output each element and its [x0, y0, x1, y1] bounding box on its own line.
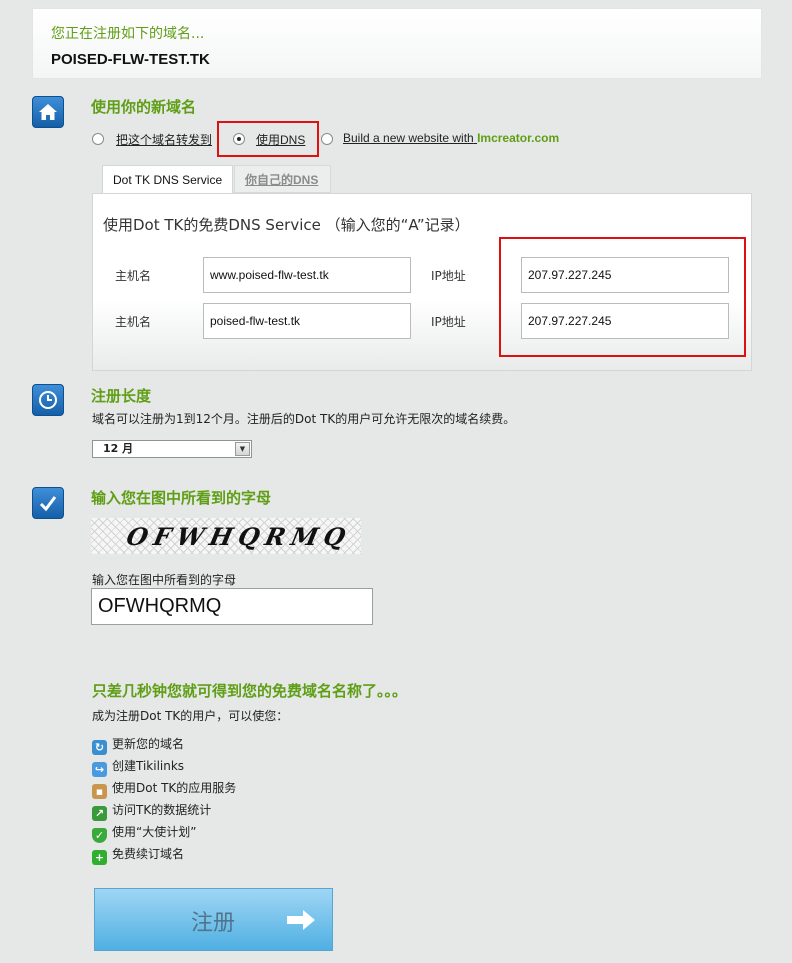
- arrow-right-icon: [287, 910, 315, 930]
- website-builder-radio[interactable]: [321, 133, 333, 145]
- ip-label-2: IP地址: [431, 315, 466, 329]
- dns-panel-title: 使用Dot TK的免费DNS Service （输入您的“A”记录）: [103, 216, 470, 234]
- registration-length-select[interactable]: 12 月 ▼: [92, 440, 252, 458]
- promo-title: 只差几秒钟您就可得到您的免费域名名称了。。。: [92, 682, 408, 700]
- host-field-1[interactable]: www.poised-flw-test.tk: [203, 257, 411, 293]
- domain-name: POISED-FLW-TEST.TK: [51, 51, 210, 68]
- domain-header: 您正在注册如下的域名... POISED-FLW-TEST.TK: [32, 8, 762, 79]
- imcreator-link[interactable]: Imcreator.com: [477, 131, 559, 145]
- chevron-down-icon[interactable]: ▼: [235, 442, 250, 456]
- feature-item: + 免费续订域名: [92, 845, 184, 865]
- tab-dot-tk-dns[interactable]: Dot TK DNS Service: [102, 165, 233, 194]
- feature-item: ↪ 创建Tikilinks: [92, 757, 184, 777]
- dns-option-highlight: [217, 121, 319, 157]
- promo-subtitle: 成为注册Dot TK的用户，可以使您：: [92, 709, 289, 723]
- captcha-title: 输入您在图中所看到的字母: [91, 489, 272, 507]
- chart-icon: ↗: [92, 806, 107, 821]
- captcha-input[interactable]: OFWHQRMQ: [91, 588, 373, 625]
- captcha-image-text: OFWHQRMQ: [123, 522, 354, 551]
- plus-icon: +: [92, 850, 107, 865]
- use-domain-title: 使用你的新域名: [91, 98, 197, 116]
- clock-icon: [32, 384, 64, 416]
- register-button-label: 注册: [191, 911, 236, 936]
- forward-option-label[interactable]: 把这个域名转发到: [116, 131, 212, 148]
- link-icon: ↪: [92, 762, 107, 777]
- registration-length-description: 域名可以注册为1到12个月。注册后的Dot TK的用户可允许无限次的域名续费。: [92, 412, 516, 426]
- package-icon: ▪: [92, 784, 107, 799]
- header-subtitle: 您正在注册如下的域名...: [51, 26, 205, 42]
- website-builder-option-label[interactable]: Build a new website with Imcreator.com: [343, 131, 559, 145]
- tab-own-dns[interactable]: 你自己的DNS: [234, 165, 331, 193]
- forward-radio[interactable]: [92, 133, 104, 145]
- ip-label-1: IP地址: [431, 269, 466, 283]
- captcha-input-label: 输入您在图中所看到的字母: [92, 573, 237, 587]
- host-field-2[interactable]: poised-flw-test.tk: [203, 303, 411, 339]
- home-icon: [32, 96, 64, 128]
- feature-item: ↻ 更新您的域名: [92, 735, 184, 755]
- checkmark-icon: [32, 487, 64, 519]
- ip-fields-highlight: [499, 237, 746, 357]
- feature-item: ↗ 访问TK的数据统计: [92, 801, 211, 821]
- registration-length-value: 12 月: [103, 442, 134, 455]
- host-label-1: 主机名: [115, 269, 152, 283]
- host-label-2: 主机名: [115, 315, 152, 329]
- shield-icon: ✓: [92, 828, 107, 843]
- registration-length-title: 注册长度: [91, 387, 152, 405]
- feature-item: ▪ 使用Dot TK的应用服务: [92, 779, 236, 799]
- feature-item: ✓ 使用“大使计划”: [92, 823, 196, 843]
- refresh-icon: ↻: [92, 740, 107, 755]
- captcha-image: OFWHQRMQ: [91, 518, 361, 554]
- register-button[interactable]: 注册: [94, 888, 333, 951]
